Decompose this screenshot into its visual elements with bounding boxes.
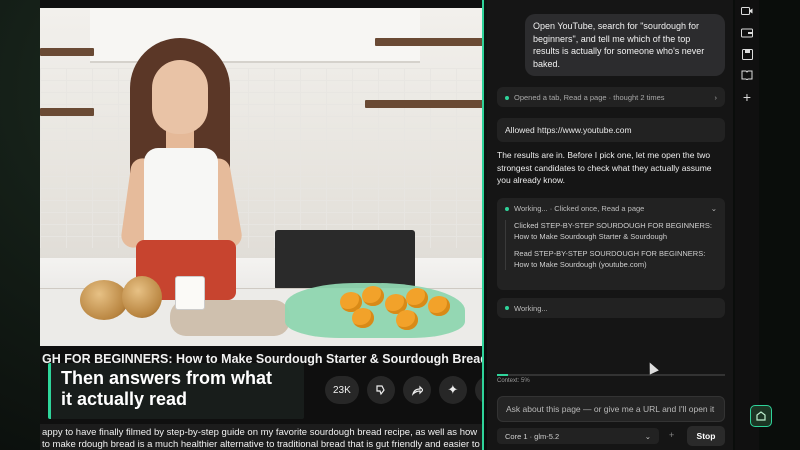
working-status-text: Working... (514, 303, 548, 313)
context-bar (497, 374, 725, 376)
working-card[interactable]: Working... · Clicked once, Read a page ⌄… (497, 198, 725, 290)
save-icon[interactable] (740, 47, 754, 61)
book-icon[interactable] (740, 68, 754, 82)
icon-rail: + (735, 0, 759, 450)
prompt-input[interactable]: Ask about this page — or give me a URL a… (497, 396, 725, 422)
lemon (396, 310, 418, 330)
caption-line-1: Then answers from what (61, 368, 273, 388)
video-icon[interactable] (740, 4, 754, 18)
status-dot-icon (505, 306, 509, 310)
download-icon[interactable] (474, 376, 482, 404)
context-bar-fill (497, 374, 509, 376)
stove (275, 230, 415, 290)
like-count: 23K (333, 384, 351, 396)
user-message: Open YouTube, search for "sourdough for … (525, 14, 725, 76)
model-label: Core 1 · glm-5.2 (505, 431, 560, 441)
video-description: appy to have finally filmed by step-by-s… (40, 424, 482, 450)
lemon (406, 288, 428, 308)
shelf (365, 100, 482, 108)
allowed-domain: Allowed https://www.youtube.com (497, 118, 725, 142)
dislike-icon[interactable] (366, 376, 395, 404)
chevron-right-icon: › (714, 92, 718, 102)
screen: GH FOR BEGINNERS: How to Make Sourdough … (0, 0, 800, 450)
add-icon[interactable]: + (669, 430, 674, 440)
working-step: Clicked STEP-BY-STEP SOURDOUGH FOR BEGIN… (514, 221, 712, 241)
working-step: Read STEP-BY-STEP SOURDOUGH FOR BEGINNER… (514, 249, 706, 269)
extension-icon[interactable] (750, 405, 772, 427)
share-icon[interactable] (402, 376, 431, 404)
shelf (375, 38, 482, 46)
lemon (428, 296, 450, 316)
steps-summary-text: Opened a tab, Read a page · thought 2 ti… (514, 92, 665, 102)
caption-overlay: Then answers from what it actually read (48, 363, 304, 419)
bread-loaf (122, 276, 162, 318)
lemon (352, 308, 374, 328)
bread-loaf (80, 280, 128, 320)
wallet-icon[interactable] (740, 26, 754, 40)
steps-summary[interactable]: Opened a tab, Read a page · thought 2 ti… (497, 87, 725, 107)
sparkle-icon[interactable]: ✦ (438, 376, 467, 404)
like-button[interactable]: 23K (325, 376, 359, 404)
lemon (362, 286, 384, 306)
mug (175, 276, 205, 310)
assistant-response: The results are in. Before I pick one, l… (497, 150, 712, 185)
status-dot-icon (505, 95, 509, 100)
video-actions: 23K ✦ ⋯ (325, 375, 482, 405)
working-status: Working... (497, 298, 725, 318)
shelf (40, 48, 94, 56)
model-selector[interactable]: Core 1 · glm-5.2 ⌄ (497, 428, 659, 444)
prompt-placeholder: Ask about this page — or give me a URL a… (506, 404, 715, 414)
video-player[interactable] (40, 8, 482, 346)
person-face (152, 60, 208, 134)
plus-icon[interactable]: + (740, 89, 754, 105)
caption-line-2: it actually read (61, 389, 188, 409)
chevron-down-icon: ⌄ (644, 431, 651, 441)
stop-button[interactable]: Stop (687, 426, 725, 446)
working-steps: Clicked STEP-BY-STEP SOURDOUGH FOR BEGIN… (505, 220, 717, 270)
context-label: Context: 5% (497, 378, 530, 384)
chevron-down-icon: ⌄ (710, 204, 717, 213)
person-top (144, 148, 218, 248)
range-hood (90, 8, 420, 63)
tile-wall (40, 68, 482, 248)
assistant-panel: Open YouTube, search for "sourdough for … (487, 0, 733, 450)
allowed-domain-text: Allowed https://www.youtube.com (505, 125, 632, 135)
working-header: Working... · Clicked once, Read a page (514, 204, 645, 213)
shelf (40, 108, 94, 116)
status-dot-icon (505, 207, 509, 211)
